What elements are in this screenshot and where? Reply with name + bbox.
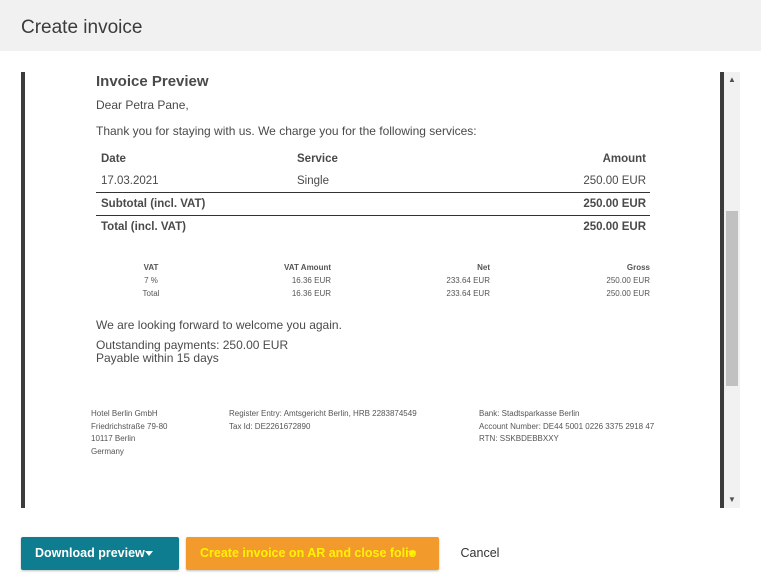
invoice-preview-frame: Invoice Preview Dear Petra Pane, Thank y… xyxy=(21,72,724,508)
cancel-button[interactable]: Cancel xyxy=(447,537,513,570)
header-date: Date xyxy=(101,153,126,165)
vat-header-gross: Gross xyxy=(626,263,650,272)
subtotal-row: Subtotal (incl. VAT) 250.00 EUR xyxy=(96,192,650,215)
download-preview-button[interactable]: Download preview xyxy=(21,537,179,570)
header-amount: Amount xyxy=(602,153,646,165)
table-row: 17.03.2021 Single 250.00 EUR xyxy=(96,170,650,192)
row-date: 17.03.2021 xyxy=(101,175,159,187)
footer-line: Friedrichstraße 79-80 xyxy=(91,421,168,431)
footer-line: Tax Id: DE2261672890 xyxy=(229,421,311,431)
vat-header-amount: VAT Amount xyxy=(284,263,331,272)
intro-text: Thank you for staying with us. We charge… xyxy=(96,124,477,138)
footer-line: 10117 Berlin xyxy=(91,434,136,443)
services-header-row: Date Service Amount xyxy=(96,148,650,170)
footer-line: Hotel Berlin GmbH xyxy=(91,409,158,418)
footer-address: Hotel Berlin GmbH Friedrichstraße 79-80 … xyxy=(91,408,167,458)
greeting-text: Dear Petra Pane, xyxy=(96,98,189,112)
invoice-preview-title: Invoice Preview xyxy=(96,73,209,90)
chevron-down-icon xyxy=(145,551,153,556)
vat-amount: 16.36 EUR xyxy=(291,289,331,298)
dialog-title: Create invoice xyxy=(21,17,143,38)
vat-header-vat: VAT xyxy=(143,263,159,272)
payment-terms: Payable within 15 days xyxy=(96,351,219,365)
footer-bank: Bank: Stadtsparkasse Berlin Account Numb… xyxy=(479,408,654,446)
table-row: 7 % 16.36 EUR 233.64 EUR 250.00 EUR xyxy=(96,274,650,287)
scroll-thumb[interactable] xyxy=(726,211,738,386)
subtotal-amount: 250.00 EUR xyxy=(583,198,646,210)
create-invoice-button[interactable]: Create invoice on AR and close folio xyxy=(186,537,439,570)
vat-gross: 250.00 EUR xyxy=(606,289,650,298)
vat-rate: Total xyxy=(142,289,160,298)
table-row: Total 16.36 EUR 233.64 EUR 250.00 EUR xyxy=(96,287,650,300)
vat-header-net: Net xyxy=(477,263,490,272)
footer-line: Register Entry: Amtsgericht Berlin, HRB … xyxy=(229,409,417,418)
footer-line: Bank: Stadtsparkasse Berlin xyxy=(479,409,580,418)
total-amount: 250.00 EUR xyxy=(583,221,646,233)
vat-amount: 16.36 EUR xyxy=(291,276,331,285)
row-amount: 250.00 EUR xyxy=(583,175,646,187)
subtotal-label: Subtotal (incl. VAT) xyxy=(101,198,206,210)
download-preview-label: Download preview xyxy=(35,546,145,560)
vat-header-row: VAT VAT Amount Net Gross xyxy=(96,261,650,274)
services-table: Date Service Amount 17.03.2021 Single 25… xyxy=(96,148,650,238)
footer-register: Register Entry: Amtsgericht Berlin, HRB … xyxy=(229,408,417,433)
vat-table: VAT VAT Amount Net Gross 7 % 16.36 EUR 2… xyxy=(96,261,650,300)
create-invoice-label: Create invoice on AR and close folio xyxy=(200,546,417,560)
vat-rate: 7 % xyxy=(144,276,158,285)
scroll-down-arrow-icon[interactable]: ▼ xyxy=(724,492,740,508)
row-service: Single xyxy=(297,175,329,187)
footer-line: Account Number: DE44 5001 0226 3375 2918… xyxy=(479,421,655,431)
dialog-header: Create invoice xyxy=(0,0,761,51)
header-service: Service xyxy=(297,153,338,165)
vat-gross: 250.00 EUR xyxy=(606,276,650,285)
total-label: Total (incl. VAT) xyxy=(101,221,186,233)
footer-line: Germany xyxy=(91,446,124,456)
vat-net: 233.64 EUR xyxy=(446,289,490,298)
footer-line: RTN: SSKBDEBBXXY xyxy=(479,434,559,443)
chevron-down-icon xyxy=(408,551,416,556)
vat-net: 233.64 EUR xyxy=(446,276,490,285)
scroll-up-arrow-icon[interactable]: ▲ xyxy=(724,72,740,88)
preview-scrollbar[interactable]: ▲ ▼ xyxy=(724,72,740,508)
closing-text: We are looking forward to welcome you ag… xyxy=(96,318,342,332)
total-row: Total (incl. VAT) 250.00 EUR xyxy=(96,215,650,238)
